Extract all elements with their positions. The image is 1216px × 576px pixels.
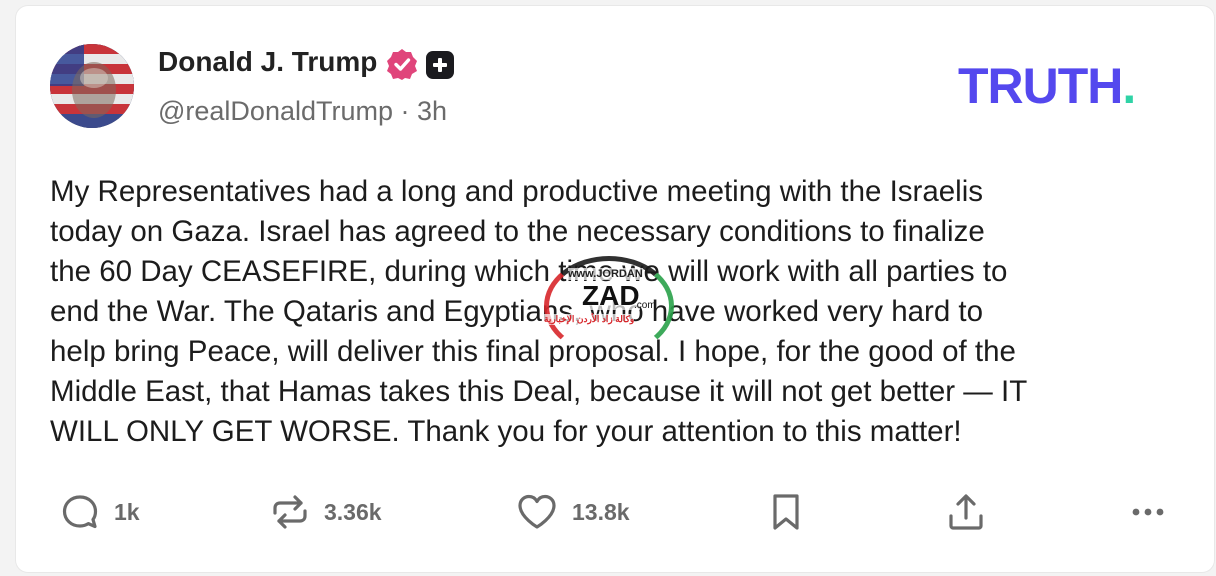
post-line-6: Middle East, that Hamas takes this Deal,… xyxy=(50,375,1028,408)
reply-count: 1k xyxy=(114,498,140,525)
plus-badge-icon xyxy=(426,51,454,79)
post-line-1: My Representatives had a long and produc… xyxy=(50,175,984,208)
share-button[interactable] xyxy=(946,490,986,534)
action-bar: 1k 3.36k 13.8k xyxy=(16,490,1214,534)
truth-logo-text: TRUTH xyxy=(958,58,1123,114)
share-icon xyxy=(946,492,986,532)
reply-button[interactable]: 1k xyxy=(60,490,140,534)
post-line-2: today on Gaza. Israel has agreed to the … xyxy=(50,215,985,248)
handle-line: @realDonaldTrump · 3h xyxy=(158,96,447,127)
reply-icon xyxy=(60,492,100,532)
truth-logo[interactable]: TRUTH. xyxy=(958,58,1136,114)
avatar[interactable] xyxy=(50,44,134,128)
post-line-5: help bring Peace, will deliver this fina… xyxy=(50,335,1016,368)
retruth-icon xyxy=(270,492,310,532)
author-name[interactable]: Donald J. Trump xyxy=(158,46,377,78)
bookmark-button[interactable] xyxy=(768,490,804,534)
like-count: 13.8k xyxy=(572,498,630,525)
more-button[interactable] xyxy=(1128,490,1168,534)
post-body: My Representatives had a long and produc… xyxy=(50,172,1190,452)
retruth-count: 3.36k xyxy=(324,498,382,525)
post-line-3: the 60 Day CEASEFIRE, during which time … xyxy=(50,255,1008,288)
author-handle[interactable]: @realDonaldTrump xyxy=(158,96,393,126)
post-card: Donald J. Trump @realDonaldTrump · 3h TR… xyxy=(16,6,1214,572)
post-line-7: WILL ONLY GET WORSE. Thank you for your … xyxy=(50,415,962,448)
like-button[interactable]: 13.8k xyxy=(516,490,630,534)
more-icon xyxy=(1128,492,1168,532)
bookmark-icon xyxy=(768,492,804,532)
post-line-4: end the War. The Qataris and Egyptians, … xyxy=(50,295,984,328)
handle-separator: · xyxy=(400,96,410,126)
post-timestamp[interactable]: 3h xyxy=(417,96,447,126)
truth-logo-dot: . xyxy=(1122,58,1136,114)
heart-icon xyxy=(516,492,558,532)
verified-check-icon xyxy=(386,48,418,80)
retruth-button[interactable]: 3.36k xyxy=(270,490,382,534)
